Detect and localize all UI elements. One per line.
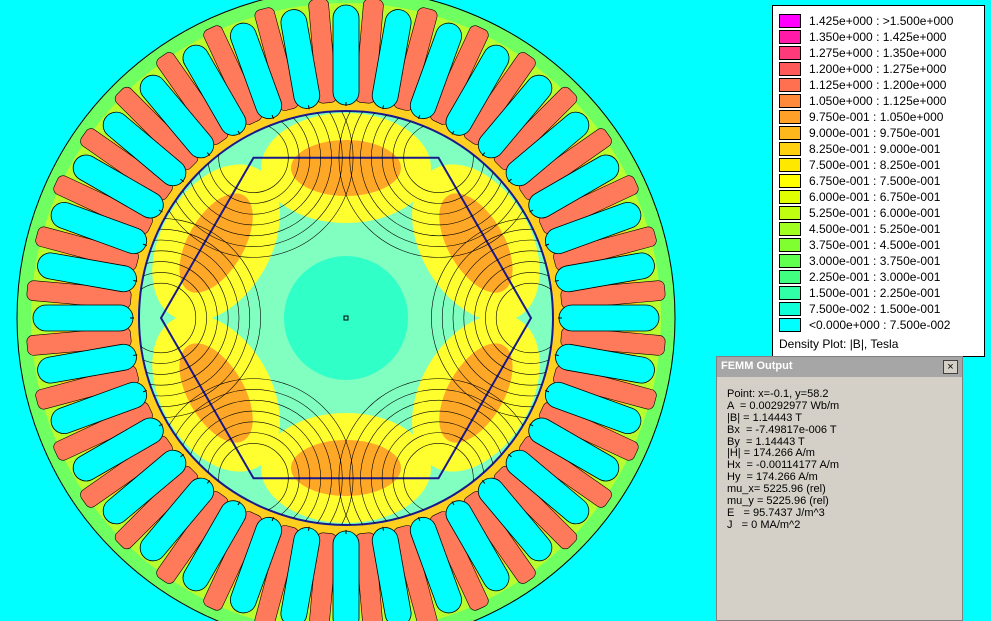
legend-label: 1.200e+000 : 1.275e+000	[809, 62, 947, 76]
legend-entry: 4.500e-001 : 5.250e-001	[779, 221, 940, 237]
legend-label: 7.500e-001 : 8.250e-001	[809, 158, 941, 172]
legend-entry: 1.050e+000 : 1.125e+000	[779, 93, 946, 109]
legend-label: 6.000e-001 : 6.750e-001	[809, 190, 941, 204]
motor-cross-section	[16, 0, 676, 621]
legend-label: 1.050e+000 : 1.125e+000	[809, 94, 947, 108]
legend-label: 8.250e-001 : 9.000e-001	[809, 142, 941, 156]
output-title-bar[interactable]: FEMM Output ×	[717, 357, 962, 377]
legend-label: 3.750e-001 : 4.500e-001	[809, 238, 941, 252]
legend-label: 1.275e+000 : 1.350e+000	[809, 46, 947, 60]
legend-swatch	[779, 174, 801, 188]
legend-entry: 1.275e+000 : 1.350e+000	[779, 45, 946, 61]
legend-swatch	[779, 206, 801, 220]
legend-swatch	[779, 62, 801, 76]
legend-swatch	[779, 302, 801, 316]
legend-entry: <0.000e+000 : 7.500e-002	[779, 317, 950, 333]
legend-entry: 3.750e-001 : 4.500e-001	[779, 237, 940, 253]
output-line: A = 0.00292977 Wb/m	[727, 399, 840, 412]
legend-swatch	[779, 158, 801, 172]
legend-swatch	[779, 78, 801, 92]
legend-swatch	[779, 14, 801, 28]
legend-caption: Density Plot: |B|, Tesla	[779, 337, 899, 351]
legend-label: 1.500e-001 : 2.250e-001	[809, 286, 941, 300]
legend-entry: 1.200e+000 : 1.275e+000	[779, 61, 946, 77]
legend-swatch	[779, 190, 801, 204]
legend-label: 6.750e-001 : 7.500e-001	[809, 174, 941, 188]
legend-entry: 6.750e-001 : 7.500e-001	[779, 173, 940, 189]
slot-opening	[307, 105, 310, 110]
stator-slot	[332, 530, 360, 621]
legend-entry: 2.250e-001 : 3.000e-001	[779, 269, 940, 285]
legend-swatch	[779, 142, 801, 156]
legend-swatch	[779, 46, 801, 60]
legend-label: 5.250e-001 : 6.000e-001	[809, 206, 941, 220]
legend-entry: 9.000e-001 : 9.750e-001	[779, 125, 940, 141]
slot-opening	[382, 105, 385, 110]
legend-swatch	[779, 270, 801, 284]
legend-label: 9.750e-001 : 1.050e+000	[809, 110, 944, 124]
stator-slot	[32, 304, 134, 332]
legend-entry: 5.250e-001 : 6.000e-001	[779, 205, 940, 221]
legend-label: 7.500e-002 : 1.500e-001	[809, 302, 941, 316]
legend-swatch	[779, 222, 801, 236]
legend-swatch	[779, 318, 801, 332]
legend-entry: 1.350e+000 : 1.425e+000	[779, 29, 946, 45]
slot-opening	[554, 279, 559, 282]
output-line: |B| = 1.14443 T	[727, 411, 802, 424]
legend-entry: 3.000e-001 : 3.750e-001	[779, 253, 940, 269]
legend-swatch	[779, 254, 801, 268]
legend-entry: 6.000e-001 : 6.750e-001	[779, 189, 940, 205]
legend-label: 9.000e-001 : 9.750e-001	[809, 126, 941, 140]
legend-label: 4.500e-001 : 5.250e-001	[809, 222, 941, 236]
close-button[interactable]: ×	[943, 360, 958, 374]
output-line: Bx = -7.49817e-006 T	[727, 423, 837, 436]
rotor-pole-core	[291, 440, 401, 496]
slot-opening	[382, 526, 385, 531]
legend-label: 3.000e-001 : 3.750e-001	[809, 254, 941, 268]
legend-label: 1.350e+000 : 1.425e+000	[809, 30, 947, 44]
legend-panel: 1.425e+000 : >1.500e+000 1.350e+000 : 1.4…	[772, 5, 985, 357]
legend-swatch	[779, 126, 801, 140]
legend-swatch	[779, 238, 801, 252]
legend-label: 1.425e+000 : >1.500e+000	[809, 14, 954, 28]
legend-swatch	[779, 30, 801, 44]
legend-swatch	[779, 94, 801, 108]
legend-label: <0.000e+000 : 7.500e-002	[809, 318, 951, 332]
legend-label: 1.125e+000 : 1.200e+000	[809, 78, 947, 92]
output-title: FEMM Output	[721, 360, 793, 372]
legend-entry: 9.750e-001 : 1.050e+000	[779, 109, 943, 125]
rotor-pole-core	[291, 140, 401, 196]
output-lines: Point: x=-0.1, y=58.2 A = 0.00292977 Wb/m…	[727, 388, 840, 532]
output-line: E = 95.7437 J/m^3	[727, 506, 825, 519]
rotor-center	[284, 256, 408, 380]
stator-slot	[558, 304, 660, 332]
legend-swatch	[779, 286, 801, 300]
legend-swatch	[779, 110, 801, 124]
legend-entry: 7.500e-002 : 1.500e-001	[779, 301, 940, 317]
legend-entry: 8.250e-001 : 9.000e-001	[779, 141, 940, 157]
legend-entry: 1.125e+000 : 1.200e+000	[779, 77, 946, 93]
legend-entry: 1.425e+000 : >1.500e+000	[779, 13, 953, 29]
legend-entry: 7.500e-001 : 8.250e-001	[779, 157, 940, 173]
slot-opening	[133, 354, 138, 357]
slot-opening	[307, 526, 310, 531]
slot-opening	[133, 279, 138, 282]
femm-output-window[interactable]: FEMM Output × Point: x=-0.1, y=58.2 A = 0…	[716, 356, 963, 621]
legend-label: 2.250e-001 : 3.000e-001	[809, 270, 941, 284]
stator-slot	[332, 4, 360, 106]
output-line: J = 0 MA/m^2	[727, 518, 801, 531]
slot-opening	[554, 354, 559, 357]
legend-entry: 1.500e-001 : 2.250e-001	[779, 285, 940, 301]
